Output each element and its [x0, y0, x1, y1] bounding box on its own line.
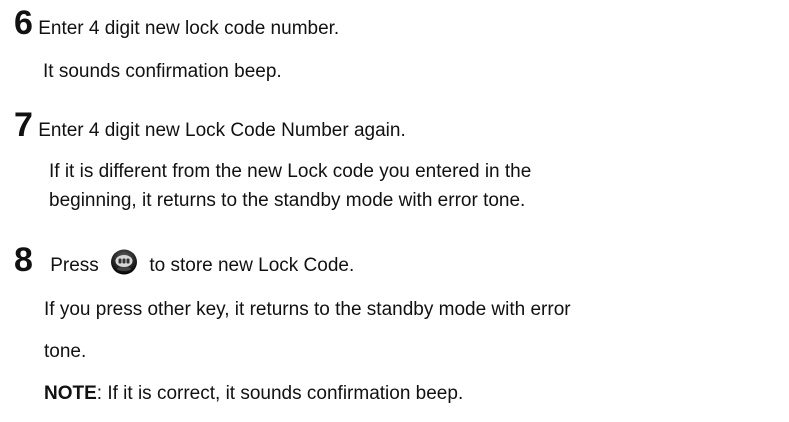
step-8-detail-line1: If you press other key, it returns to th… — [44, 299, 571, 320]
step-6-instruction: Enter 4 digit new lock code number. — [38, 18, 340, 39]
step-7-number: 7 — [14, 106, 33, 144]
step-8-detail-line2: tone. — [44, 341, 87, 362]
note-text: : If it is correct, it sounds confirmati… — [96, 383, 464, 404]
step-6-number: 6 — [14, 4, 33, 42]
step-6-heading: 6 Enter 4 digit new lock code number. — [14, 6, 339, 40]
step-8-instruction: to store new Lock Code. — [149, 255, 355, 276]
step-8-heading: 8 Press to store new Lock Code. — [14, 243, 354, 277]
step-6-detail: It sounds confirmation beep. — [43, 61, 282, 82]
step-7-detail-line1: If it is different from the new Lock cod… — [49, 161, 532, 182]
note-label: NOTE — [44, 383, 97, 404]
step-7-detail-line2: beginning, it returns to the standby mod… — [49, 190, 526, 211]
step-7-instruction: Enter 4 digit new Lock Code Number again… — [38, 120, 406, 141]
note-paragraph: NOTE: If it is correct, it sounds confir… — [44, 381, 463, 407]
ok-key-icon — [111, 249, 138, 275]
step-8-number: 8 — [14, 241, 33, 279]
step-8-press-word: Press — [50, 255, 99, 276]
step-7-heading: 7 Enter 4 digit new Lock Code Number aga… — [14, 108, 406, 142]
